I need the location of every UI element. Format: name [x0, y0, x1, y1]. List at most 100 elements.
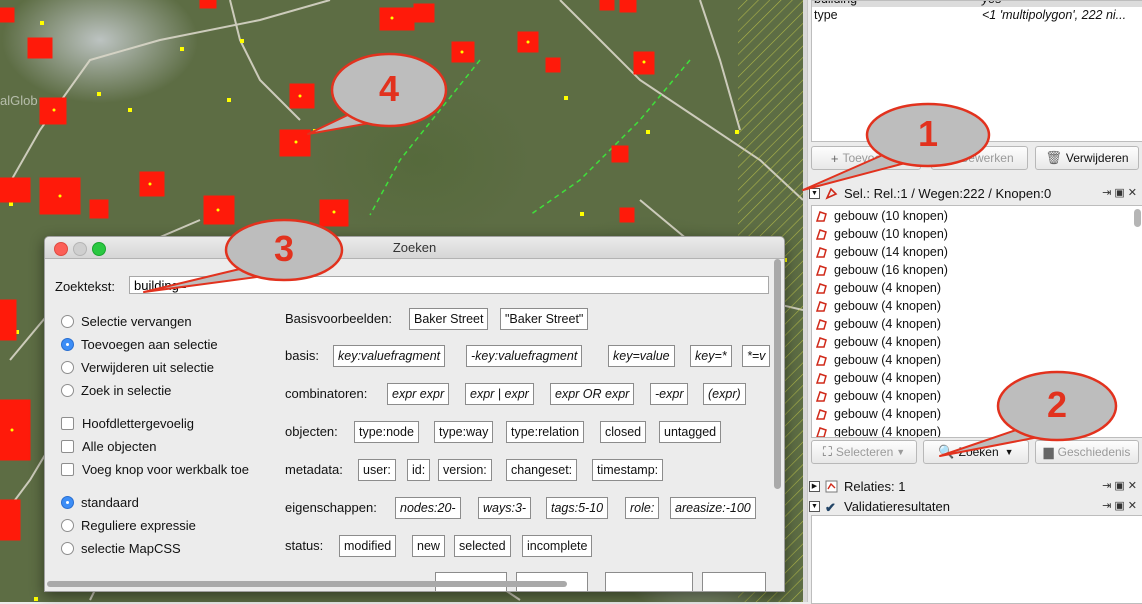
search-example-chip[interactable]: incomplete [522, 535, 593, 557]
checkbox[interactable] [61, 462, 74, 476]
collapse-icon[interactable]: ▼ [809, 187, 820, 199]
tag-value: <1 'multipolygon', 222 ni... [982, 8, 1127, 22]
validation-panel-header[interactable]: ▼ ✔ Validatieresultaten ⇥▣✕ [809, 497, 1142, 515]
search-example-chip[interactable]: -expr [650, 383, 689, 405]
search-example-chip[interactable]: expr OR expr [550, 383, 635, 405]
search-example-chip[interactable]: selected [454, 535, 511, 557]
radio-button[interactable] [61, 518, 74, 532]
mode-radio-option[interactable]: Selectie vervangen [61, 312, 192, 330]
search-example-chip[interactable]: closed [600, 421, 647, 443]
search-example-chip[interactable]: *=v [742, 345, 771, 367]
search-example-chip[interactable]: type:way [434, 421, 494, 443]
search-example-chip[interactable]: (expr) [703, 383, 746, 405]
callout-bubble-4: 4 [307, 52, 448, 135]
search-example-chip[interactable]: tags:5-10 [546, 497, 609, 519]
selection-list-item[interactable]: gebouw (14 knopen) [815, 243, 948, 261]
way-icon [815, 318, 828, 331]
mode-radio-option[interactable]: Zoek in selectie [61, 381, 171, 399]
option-checkbox[interactable]: Alle objecten [61, 437, 156, 455]
history-button[interactable]: ▆ Geschiedenis [1035, 440, 1139, 464]
search-example-chip[interactable]: new [412, 535, 445, 557]
panel-window-icons[interactable]: ⇥▣✕ [1102, 499, 1140, 512]
trash-icon: 🗑 [1045, 150, 1062, 165]
search-example-chip[interactable]: nodes:20- [395, 497, 461, 519]
search-example-chip[interactable]: key=* [690, 345, 732, 367]
dialog-horizontal-scrollbar[interactable] [47, 579, 770, 589]
syntax-radio-option[interactable]: selectie MapCSS [61, 539, 181, 557]
search-example-chip[interactable]: key=value [608, 345, 675, 367]
radio-label: Toevoegen aan selectie [81, 336, 218, 352]
search-example-chip[interactable]: type:relation [506, 421, 585, 443]
search-example-chip[interactable]: id: [407, 459, 431, 481]
syntax-radio-option[interactable]: Reguliere expressie [61, 516, 196, 534]
search-example-chip[interactable]: modified [339, 535, 397, 557]
search-example-chip[interactable]: untagged [659, 421, 722, 443]
selection-item-label: gebouw (4 knopen) [834, 353, 942, 367]
selection-list-item[interactable]: gebouw (10 knopen) [815, 225, 948, 243]
search-example-chip[interactable]: version: [438, 459, 492, 481]
selection-list-item[interactable]: gebouw (10 knopen) [815, 207, 948, 225]
syntax-radio-option[interactable]: standaard [61, 493, 139, 511]
expand-icon[interactable]: ▶ [809, 480, 820, 492]
search-example-chip[interactable]: type:node [354, 421, 419, 443]
search-example-chip[interactable]: -key:valuefragment [466, 345, 583, 367]
search-example-chip[interactable]: role: [625, 497, 660, 519]
selection-list-item[interactable]: gebouw (4 knopen) [815, 405, 941, 423]
search-example-chip[interactable]: key:valuefragment [333, 345, 446, 367]
way-icon [815, 390, 828, 403]
search-example-chip[interactable]: user: [358, 459, 396, 481]
collapse-icon[interactable]: ▼ [809, 500, 820, 512]
search-example-chip[interactable]: timestamp: [592, 459, 664, 481]
panel-window-icons[interactable]: ⇥▣✕ [1102, 186, 1140, 199]
search-example-chip[interactable]: changeset: [506, 459, 578, 481]
delete-tag-button[interactable]: 🗑 Verwijderen [1035, 146, 1139, 170]
tags-row-type[interactable]: type <1 'multipolygon', 222 ni... [812, 8, 1142, 23]
selection-list-item[interactable]: gebouw (16 knopen) [815, 261, 948, 279]
way-icon [815, 264, 828, 277]
history-icon: ▆ [1043, 444, 1054, 459]
search-example-chip[interactable]: expr expr [387, 383, 450, 405]
checkbox[interactable] [61, 439, 74, 453]
dialog-titlebar[interactable]: Zoeken [45, 237, 784, 259]
mode-radio-option[interactable]: Verwijderen uit selectie [61, 358, 214, 376]
search-example-chip[interactable]: areasize:-100 [670, 497, 756, 519]
selection-item-label: gebouw (4 knopen) [834, 389, 942, 403]
selection-list-item[interactable]: gebouw (4 knopen) [815, 387, 941, 405]
tags-row-building[interactable]: building yes [812, 1, 1142, 7]
selection-list-item[interactable]: gebouw (4 knopen) [815, 351, 941, 369]
relations-panel-header[interactable]: ▶ Relaties: 1 ⇥▣✕ [809, 477, 1142, 495]
way-icon [815, 336, 828, 349]
selection-list-item[interactable]: gebouw (4 knopen) [815, 279, 941, 297]
search-example-chip[interactable]: Baker Street [409, 308, 489, 330]
callout-number: 1 [917, 113, 939, 154]
panel-window-icons[interactable]: ⇥▣✕ [1102, 479, 1140, 492]
select-button[interactable]: ⛶ Selecteren ▼ [811, 440, 917, 464]
option-checkbox[interactable]: Hoofdlettergevoelig [61, 414, 194, 432]
selection-list-item[interactable]: gebouw (4 knopen) [815, 423, 941, 437]
dialog-vertical-scrollbar[interactable] [773, 259, 783, 579]
selection-list-item[interactable]: gebouw (4 knopen) [815, 369, 941, 387]
way-icon [815, 408, 828, 421]
selection-scrollbar[interactable] [1134, 209, 1141, 227]
radio-button[interactable] [61, 360, 74, 374]
help-row-label: status: [285, 538, 324, 553]
option-checkbox[interactable]: Voeg knop voor werkbalk toe [61, 460, 249, 478]
search-example-chip[interactable]: ways:3- [478, 497, 532, 519]
search-example-chip[interactable]: "Baker Street" [500, 308, 589, 330]
radio-button[interactable] [61, 383, 74, 397]
radio-button[interactable] [61, 541, 74, 555]
selection-list-item[interactable]: gebouw (4 knopen) [815, 333, 941, 351]
tag-key: type [814, 8, 838, 22]
selection-list-item[interactable]: gebouw (4 knopen) [815, 297, 941, 315]
radio-button[interactable] [61, 314, 74, 328]
radio-button[interactable] [61, 495, 74, 509]
radio-button[interactable] [61, 337, 74, 351]
split-divider[interactable] [803, 0, 808, 602]
mode-radio-option[interactable]: Toevoegen aan selectie [61, 335, 218, 353]
selection-list-item[interactable]: gebouw (4 knopen) [815, 315, 941, 333]
validation-list[interactable] [811, 515, 1142, 604]
selection-panel-header[interactable]: ▼ Sel.: Rel.:1 / Wegen:222 / Knopen:0 ⇥▣… [809, 184, 1142, 202]
checkbox[interactable] [61, 416, 74, 430]
search-example-chip[interactable]: expr | expr [465, 383, 534, 405]
selection-item-label: gebouw (4 knopen) [834, 371, 942, 385]
